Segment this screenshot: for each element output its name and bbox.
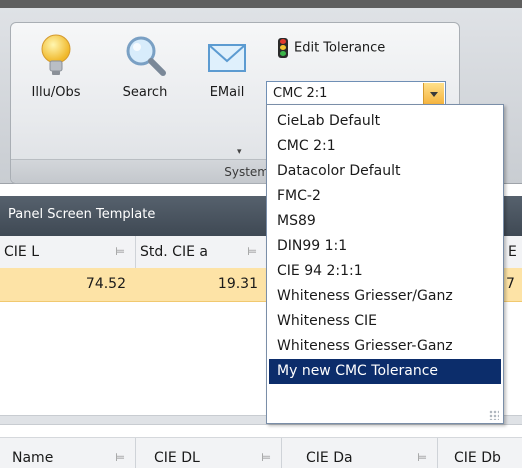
dropdown-option-selected[interactable]: My new CMC Tolerance (269, 359, 501, 384)
column-header-cie-dl[interactable]: CIE DL ⊨ (136, 438, 282, 468)
pin-icon[interactable]: ⊨ (247, 236, 257, 268)
column-header-label: CIE Da (306, 450, 353, 466)
pin-icon[interactable]: ⊨ (417, 438, 427, 468)
column-header-e[interactable]: E (504, 236, 522, 268)
email-label: EMail (209, 85, 245, 100)
window-top-border (0, 0, 522, 8)
magnifier-icon (126, 36, 166, 76)
traffic-light-icon (278, 38, 288, 58)
pin-icon[interactable]: ⊨ (115, 438, 125, 468)
column-header-cie-db[interactable]: CIE Db (438, 438, 522, 468)
column-header-name[interactable]: Name ⊨ (0, 438, 136, 468)
edit-tolerance-label: Edit Tolerance (294, 40, 386, 56)
edit-tolerance-button[interactable]: Edit Tolerance (278, 38, 385, 58)
column-header-label: E (508, 244, 517, 260)
tolerance-combobox-value: CMC 2:1 (273, 86, 328, 101)
search-button[interactable]: Search (113, 33, 177, 100)
column-header-label: Std. CIE a (140, 244, 208, 260)
lightbulb-icon (41, 34, 71, 75)
dropdown-option[interactable]: Whiteness CIE (269, 309, 501, 334)
email-button[interactable]: EMail (199, 33, 255, 100)
cell-std-cie-a: 19.31 (217, 276, 258, 292)
panel-title: Panel Screen Template (8, 207, 156, 222)
dropdown-option[interactable]: Datacolor Default (269, 159, 501, 184)
pin-icon[interactable]: ⊨ (115, 236, 125, 268)
illu-obs-label: Illu/Obs (31, 85, 81, 100)
dropdown-option[interactable]: Whiteness Griesser-Ganz (269, 334, 501, 359)
dropdown-option[interactable]: CMC 2:1 (269, 134, 501, 159)
combobox-dropdown-button[interactable] (423, 83, 444, 105)
search-label: Search (122, 85, 168, 100)
column-header-label: Name (12, 450, 54, 466)
column-header-cie-da[interactable]: CIE Da ⊨ (282, 438, 438, 468)
column-header-cie-l[interactable]: CIE L ⊨ (0, 236, 136, 268)
dropdown-option[interactable]: CieLab Default (269, 109, 501, 134)
dropdown-option[interactable]: MS89 (269, 209, 501, 234)
cell-e: 7 (506, 276, 515, 292)
column-header-label: CIE L (4, 244, 39, 260)
column-header-label: CIE DL (154, 450, 200, 466)
dropdown-option[interactable]: DIN99 1:1 (269, 234, 501, 259)
column-header-std-cie-a[interactable]: Std. CIE a ⊨ (136, 236, 268, 268)
email-dropdown-arrow-icon[interactable]: ▾ (237, 147, 242, 157)
cell-cie-l: 74.52 (85, 276, 126, 292)
illu-obs-button[interactable]: Illu/Obs (21, 33, 91, 100)
tolerance-dropdown-list[interactable]: CieLab Default CMC 2:1 Datacolor Default… (266, 104, 504, 424)
dropdown-option[interactable]: Whiteness Griesser/Ganz (269, 284, 501, 309)
pin-icon[interactable]: ⊨ (261, 438, 271, 468)
column-header-label: CIE Db (454, 450, 501, 466)
envelope-icon (208, 44, 246, 72)
bottom-grid-header: Name ⊨ CIE DL ⊨ CIE Da ⊨ CIE Db (0, 437, 522, 468)
dropdown-option[interactable]: CIE 94 2:1:1 (269, 259, 501, 284)
resize-grip-icon[interactable] (489, 410, 499, 420)
dropdown-option[interactable]: FMC-2 (269, 184, 501, 209)
